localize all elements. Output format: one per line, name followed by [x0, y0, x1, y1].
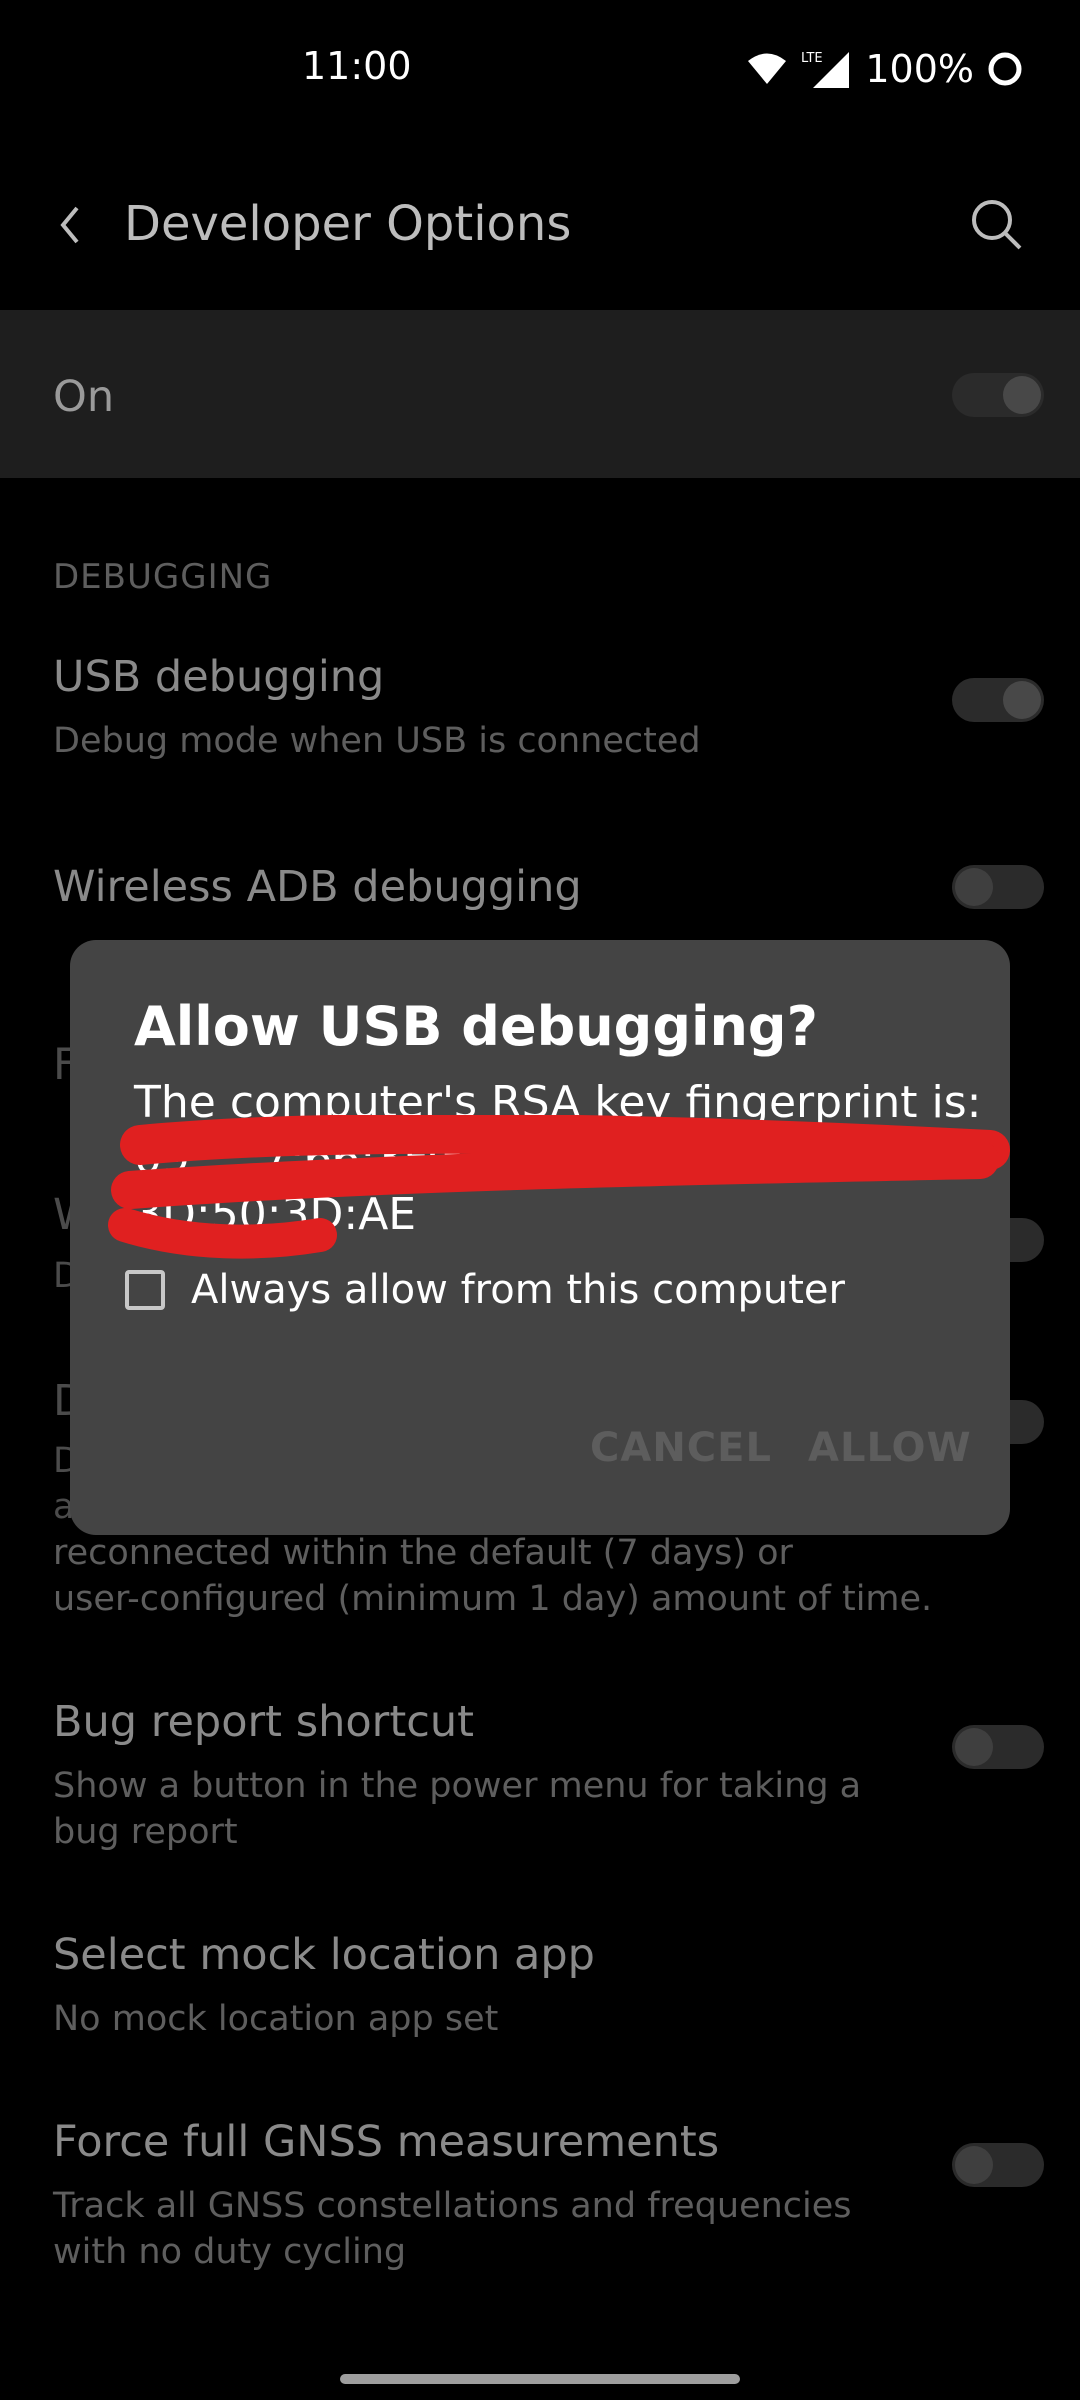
wireless-adb-title[interactable]: Wireless ADB debugging: [53, 862, 582, 912]
section-header-debugging: DEBUGGING: [53, 557, 273, 597]
status-time: 11:00: [302, 44, 412, 88]
bug-report-shortcut-title[interactable]: Bug report shortcut: [53, 1697, 474, 1747]
toggle-knob: [955, 1728, 993, 1766]
back-arrow-icon[interactable]: [44, 192, 94, 258]
bug-report-shortcut-subtitle: Show a button in the power menu for taki…: [53, 1766, 862, 1852]
status-bar: 11:00 LTE 100%: [0, 0, 1080, 140]
revoke-authorizations-subtitle-line: reconnected within the default (7 days) …: [53, 1533, 793, 1573]
cancel-button[interactable]: CANCEL: [590, 1425, 772, 1471]
revoke-authorizations-subtitle-line: user-configured (minimum 1 day) amount o…: [53, 1579, 933, 1619]
wifi-icon: [748, 53, 787, 84]
gesture-nav-handle[interactable]: [340, 2374, 740, 2384]
wireless-adb-toggle[interactable]: [952, 865, 1044, 909]
battery-percent: 100%: [865, 47, 974, 91]
dialog-title: Allow USB debugging?: [134, 995, 818, 1058]
toggle-knob: [1003, 376, 1041, 414]
bug-report-shortcut-toggle[interactable]: [952, 1725, 1044, 1769]
mock-location-title[interactable]: Select mock location app: [53, 1930, 595, 1980]
gnss-title[interactable]: Force full GNSS measurements: [53, 2117, 719, 2167]
redaction-scribble: [108, 1115, 1010, 1259]
always-allow-label[interactable]: Always allow from this computer: [191, 1267, 845, 1313]
network-type-label: LTE: [801, 51, 823, 66]
cellular-signal-icon: LTE: [801, 51, 850, 88]
search-icon[interactable]: [966, 194, 1026, 254]
usb-debugging-dialog: Allow USB debugging? The computer's RSA …: [70, 940, 1010, 1535]
gnss-toggle[interactable]: [952, 2143, 1044, 2187]
toggle-knob: [955, 2146, 993, 2184]
toggle-knob: [955, 868, 993, 906]
always-allow-checkbox[interactable]: [125, 1270, 165, 1310]
master-switch-label: On: [53, 372, 115, 422]
status-icons: LTE 100%: [747, 44, 1024, 94]
gnss-subtitle: Track all GNSS constellations and freque…: [53, 2186, 852, 2272]
always-allow-row[interactable]: Always allow from this computer: [125, 1260, 845, 1320]
toggle-knob: [1003, 681, 1041, 719]
developer-options-master-row[interactable]: [0, 310, 1080, 478]
usb-debugging-subtitle: Debug mode when USB is connected: [53, 721, 701, 761]
mock-location-subtitle: No mock location app set: [53, 1999, 499, 2039]
usb-debugging-title[interactable]: USB debugging: [53, 652, 384, 702]
usb-debugging-toggle[interactable]: [952, 678, 1044, 722]
page-title: Developer Options: [124, 196, 572, 252]
battery-icon: [988, 52, 1022, 86]
master-toggle[interactable]: [952, 373, 1044, 417]
allow-button[interactable]: ALLOW: [808, 1425, 972, 1471]
